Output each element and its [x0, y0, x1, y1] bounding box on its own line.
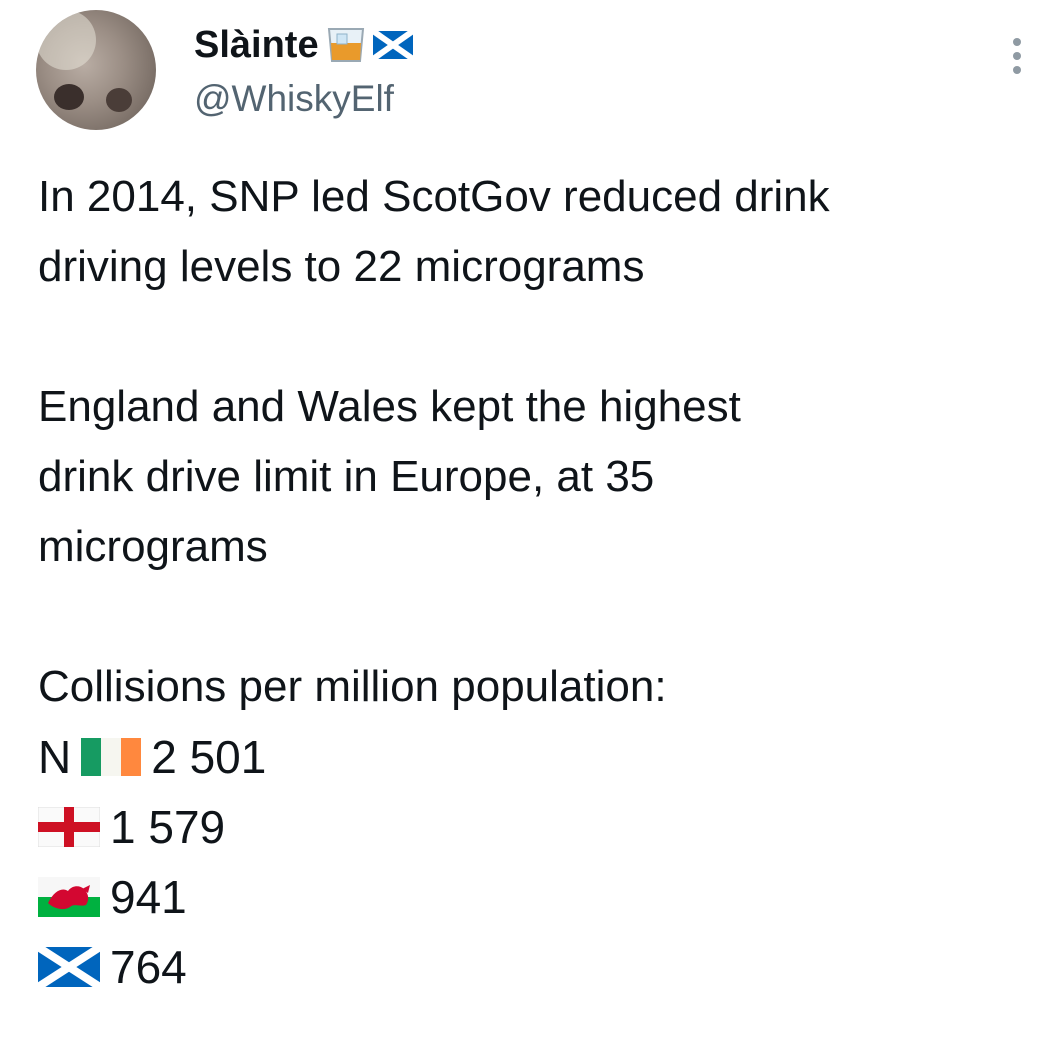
stats-header: Collisions per million population:: [38, 662, 667, 711]
tweet-line: England and Wales kept the highest: [38, 382, 741, 431]
stat-value: 2 501: [151, 731, 267, 783]
tweet-line: In 2014, SNP led ScotGov reduced drink: [38, 172, 830, 221]
avatar-detail: [106, 88, 132, 112]
display-name[interactable]: Slàinte: [194, 22, 413, 68]
more-options-icon[interactable]: [1010, 38, 1024, 82]
england-flag-icon: [38, 807, 100, 847]
tweet-line: micrograms: [38, 522, 268, 571]
wales-flag-icon: [38, 877, 100, 917]
avatar[interactable]: [36, 10, 156, 130]
tweet-line: driving levels to 22 micrograms: [38, 242, 645, 291]
scotland-flag-icon: [38, 947, 100, 987]
stat-value: 764: [110, 941, 187, 993]
avatar-highlight: [36, 10, 96, 70]
scotland-flag-icon: [372, 31, 413, 59]
stat-value: 1 579: [110, 801, 226, 853]
stat-row-wales: 941: [38, 862, 1038, 932]
stat-value: 941: [110, 871, 187, 923]
ireland-flag-icon: [81, 738, 142, 776]
stat-row-ireland: N 2 501: [38, 722, 1038, 792]
stat-prefix: N: [38, 731, 72, 783]
avatar-detail: [54, 84, 84, 110]
tweet-line: drink drive limit in Europe, at 35: [38, 452, 655, 501]
whisky-glass-icon: [327, 28, 364, 62]
stat-row-scotland: 764: [38, 932, 1038, 1002]
tweet-text: In 2014, SNP led ScotGov reduced drink d…: [38, 162, 1038, 1002]
handle[interactable]: @WhiskyElf: [194, 76, 394, 122]
stat-row-england: 1 579: [38, 792, 1038, 862]
display-name-text: Slàinte: [194, 24, 319, 66]
